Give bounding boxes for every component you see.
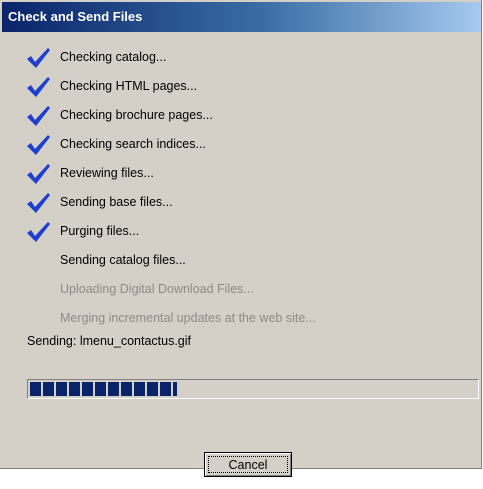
check-icon xyxy=(27,164,50,184)
cancel-button-label: Cancel xyxy=(228,457,268,472)
step-label: Reviewing files... xyxy=(60,166,154,180)
step-label: Checking brochure pages... xyxy=(60,108,213,122)
progress-track xyxy=(30,382,476,396)
check-icon xyxy=(27,48,50,68)
progress-bar xyxy=(27,379,479,399)
title-bar: Check and Send Files xyxy=(2,2,481,32)
step-item: Merging incremental updates at the web s… xyxy=(0,305,470,334)
step-item: Purging files... xyxy=(0,218,470,247)
step-item: Sending base files... xyxy=(0,189,470,218)
check-icon xyxy=(27,106,50,126)
step-item: Checking search indices... xyxy=(0,131,470,160)
step-item: Uploading Digital Download Files... xyxy=(0,276,470,305)
step-label: Sending catalog files... xyxy=(60,253,186,267)
step-label: Checking catalog... xyxy=(60,50,167,64)
step-label: Uploading Digital Download Files... xyxy=(60,282,254,296)
check-icon xyxy=(27,193,50,213)
dialog-title: Check and Send Files xyxy=(8,9,143,24)
step-label: Merging incremental updates at the web s… xyxy=(60,311,316,325)
step-label: Checking HTML pages... xyxy=(60,79,198,93)
step-label: Checking search indices... xyxy=(60,137,206,151)
check-icon xyxy=(27,77,50,97)
progress-fill xyxy=(30,382,178,396)
check-icon xyxy=(27,135,50,155)
check-and-send-files-dialog: Check and Send Files Checking catalog...… xyxy=(0,0,482,477)
step-item: Checking catalog... xyxy=(0,44,470,73)
step-item: Reviewing files... xyxy=(0,160,470,189)
step-item: Checking brochure pages... xyxy=(0,102,470,131)
step-label: Purging files... xyxy=(60,224,140,238)
step-item: Sending catalog files... xyxy=(0,247,470,276)
step-item: Checking HTML pages... xyxy=(0,73,470,102)
status-text: Sending: lmenu_contactus.gif xyxy=(27,334,191,348)
cancel-button[interactable]: Cancel xyxy=(204,452,292,477)
check-icon xyxy=(27,222,50,242)
step-list: Checking catalog... Checking HTML pages..… xyxy=(0,44,470,334)
step-label: Sending base files... xyxy=(60,195,173,209)
